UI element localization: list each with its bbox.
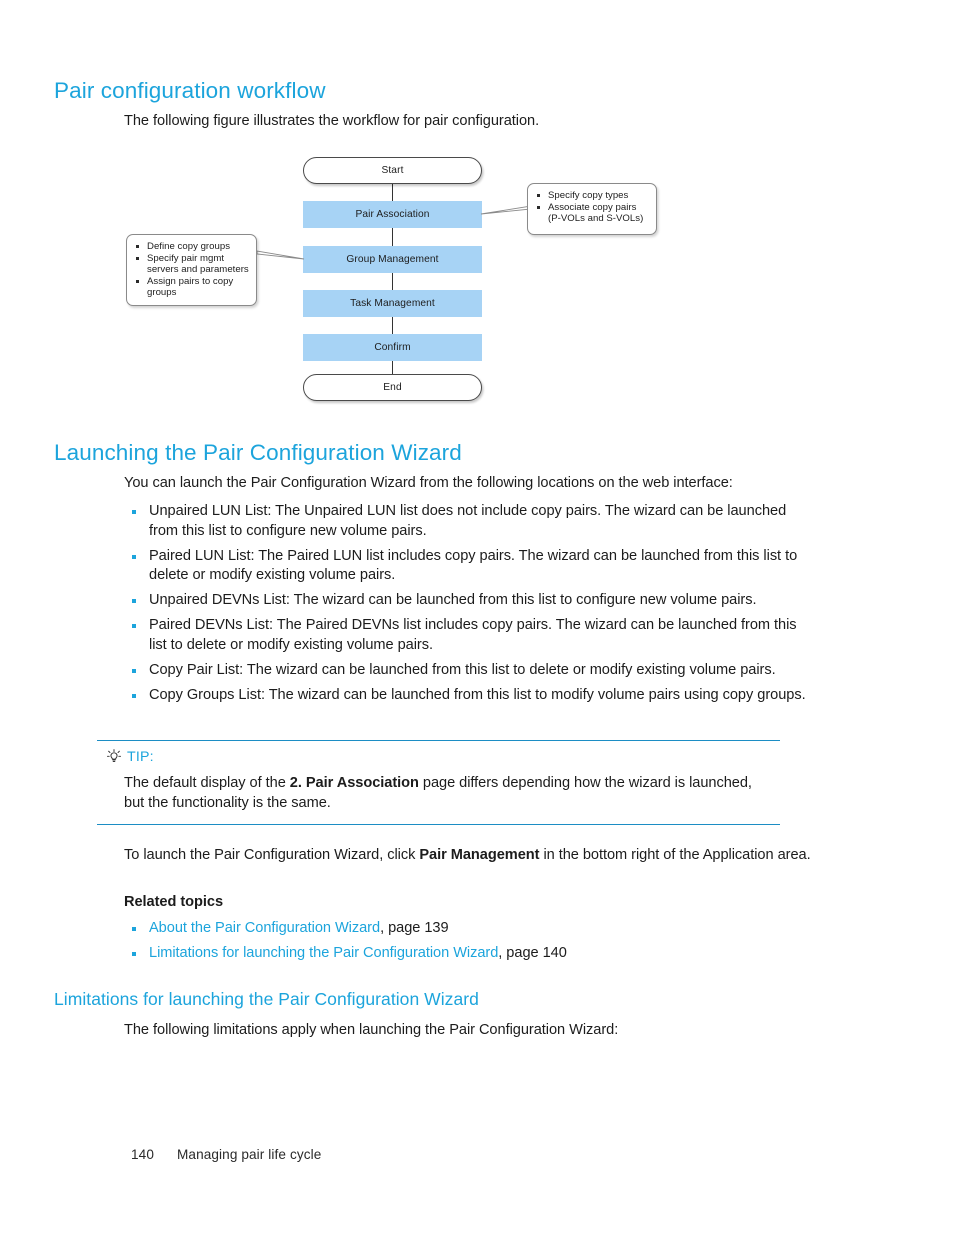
flow-node-task-management-label: Task Management [350, 298, 435, 309]
tip-label: TIP: [127, 749, 154, 766]
related-topics-list: About the Pair Configuration Wizard, pag… [124, 919, 814, 969]
tip-bold-term: 2. Pair Association [289, 775, 419, 792]
callout-left-item: Specify pair mgmt servers and parameters [134, 253, 250, 276]
pair-configuration-flowchart: Start Pair Association Group Management … [0, 0, 954, 420]
list-item: Unpaired LUN List: The Unpaired LUN list… [124, 502, 814, 541]
related-topic-page-ref: , page 139 [380, 920, 449, 936]
footer-chapter-title: Managing pair life cycle [176, 1147, 322, 1162]
list-item: Paired LUN List: The Paired LUN list inc… [124, 547, 814, 586]
tip-top-rule [97, 740, 780, 742]
launch-instruction-paragraph: To launch the Pair Configuration Wizard,… [124, 847, 811, 863]
flow-node-start: Start [303, 157, 482, 184]
page-footer: 140 Managing pair life cycle [131, 1147, 321, 1162]
connector-task-management-to-confirm [392, 316, 394, 336]
list-item-related-topic: About the Pair Configuration Wizard, pag… [124, 919, 814, 939]
callout-left-item: Define copy groups [134, 241, 250, 253]
callout-right-pointer [480, 205, 532, 215]
heading-launching-pair-configuration-wizard: Launching the Pair Configuration Wizard [54, 440, 462, 465]
connector-start-to-pair-association [392, 183, 394, 201]
flow-node-task-management: Task Management [303, 290, 482, 317]
connector-confirm-to-end [392, 360, 394, 375]
connector-pair-association-to-group-management [392, 227, 394, 248]
limitations-intro-paragraph: The following limitations apply when lau… [124, 1022, 619, 1038]
callout-left-pointer [256, 250, 305, 260]
launching-intro-paragraph: You can launch the Pair Configuration Wi… [124, 475, 733, 491]
list-item: Unpaired DEVNs List: The wizard can be l… [124, 591, 814, 611]
link-about-the-pair-configuration-wizard[interactable]: About the Pair Configuration Wizard [149, 920, 380, 936]
document-page: Pair configuration workflow The followin… [0, 0, 954, 1235]
flow-node-pair-association-label: Pair Association [355, 209, 430, 220]
footer-page-number: 140 [131, 1147, 154, 1162]
callout-group-management: Define copy groups Specify pair mgmt ser… [126, 234, 257, 306]
launch-locations-list: Unpaired LUN List: The Unpaired LUN list… [124, 502, 814, 711]
flow-node-end: End [303, 374, 482, 401]
workflow-intro-paragraph: The following figure illustrates the wor… [124, 113, 540, 129]
tip-bottom-rule [97, 824, 780, 826]
callout-pair-association: Specify copy types Associate copy pairs … [527, 183, 657, 235]
flow-node-end-label: End [383, 382, 402, 393]
connector-group-management-to-task-management [392, 272, 394, 292]
callout-left-item: Assign pairs to copy groups [134, 276, 250, 299]
heading-pair-configuration-workflow: Pair configuration workflow [54, 78, 326, 103]
flow-node-group-management-label: Group Management [346, 254, 439, 265]
flow-node-confirm-label: Confirm [374, 342, 411, 353]
tip-text: The default display of the 2. Pair Assoc… [124, 775, 752, 811]
tip-admonition: TIP: The default display of the 2. Pair … [97, 740, 780, 826]
flow-node-confirm: Confirm [303, 334, 482, 361]
flow-node-start-label: Start [381, 165, 404, 176]
link-limitations-for-launching-the-pair-configuration-wizard[interactable]: Limitations for launching the Pair Confi… [149, 945, 498, 961]
flow-node-group-management: Group Management [303, 246, 482, 273]
heading-limitations-for-launching: Limitations for launching the Pair Confi… [54, 989, 479, 1009]
list-item: Paired DEVNs List: The Paired DEVNs list… [124, 616, 814, 655]
list-item: Copy Groups List: The wizard can be laun… [124, 686, 814, 706]
list-item: Copy Pair List: The wizard can be launch… [124, 661, 814, 681]
flow-node-pair-association: Pair Association [303, 201, 482, 228]
related-topics-heading: Related topics [124, 894, 224, 910]
callout-right-item: Specify copy types [535, 190, 650, 202]
list-item-related-topic: Limitations for launching the Pair Confi… [124, 944, 814, 964]
callout-right-item: Associate copy pairs (P-VOLs and S-VOLs) [535, 202, 650, 225]
related-topic-page-ref: , page 140 [498, 945, 567, 962]
pair-management-bold: Pair Management [419, 847, 540, 863]
lightbulb-icon [106, 749, 122, 765]
